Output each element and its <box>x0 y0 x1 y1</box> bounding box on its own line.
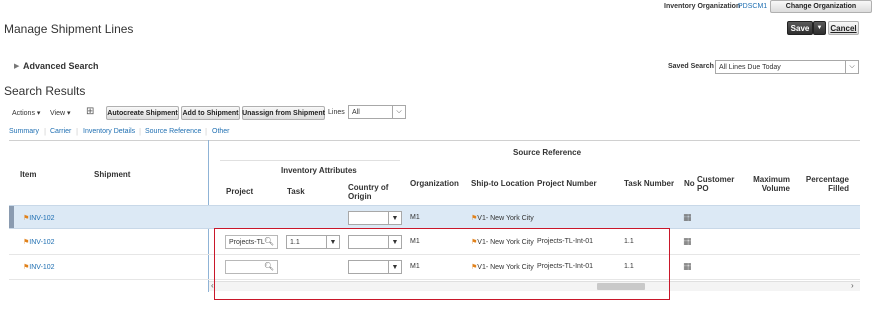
table-top-border <box>9 140 860 141</box>
tab-separator: | <box>205 127 208 136</box>
advanced-search-header[interactable]: Advanced Search <box>23 61 99 71</box>
tab-separator: | <box>44 127 47 136</box>
item-link[interactable]: ⚑INV-102 <box>23 238 55 246</box>
change-organization-button[interactable]: Change Organization <box>770 0 872 13</box>
col-customer-po[interactable]: Customer PO <box>697 175 741 193</box>
highlight-box <box>214 228 670 300</box>
saved-search-label: Saved Search <box>668 63 714 70</box>
expand-triangle-icon[interactable]: ▶ <box>14 62 19 70</box>
save-button[interactable]: Save <box>787 21 813 35</box>
item-link[interactable]: ⚑INV-102 <box>23 263 55 271</box>
chevron-down-icon: ⌵ <box>392 106 405 118</box>
col-project[interactable]: Project <box>226 187 253 196</box>
lines-select[interactable]: All ⌵ <box>348 105 406 119</box>
notes-icon[interactable]: ▦ <box>683 261 692 272</box>
item-link[interactable]: ⚑INV-102 <box>23 214 55 222</box>
source-reference-group-header: Source Reference <box>513 148 582 157</box>
col-task-number[interactable]: Task Number <box>624 179 674 188</box>
autocreate-shipment-button[interactable]: Autocreate Shipment <box>106 106 179 120</box>
tab-summary[interactable]: Summary <box>9 128 39 135</box>
org-value[interactable]: PDSCM1 <box>738 3 767 10</box>
page-title: Manage Shipment Lines <box>4 22 134 36</box>
col-no[interactable]: No <box>684 179 695 188</box>
col-organization[interactable]: Organization <box>410 179 459 188</box>
chevron-down-icon: ▼ <box>388 212 401 224</box>
view-menu[interactable]: View ▾ <box>50 109 71 117</box>
col-project-number[interactable]: Project Number <box>537 179 597 188</box>
cancel-button[interactable]: Cancel <box>828 21 859 35</box>
col-country-of-origin[interactable]: Country of Origin <box>348 183 398 201</box>
notes-icon[interactable]: ▦ <box>683 236 692 247</box>
saved-search-select[interactable]: All Lines Due Today ⌵ <box>715 60 859 74</box>
organization-link[interactable]: M1 <box>410 214 420 221</box>
group-divider <box>220 160 400 161</box>
tab-other[interactable]: Other <box>212 128 230 135</box>
col-shipment[interactable]: Shipment <box>94 170 130 179</box>
row-selector[interactable] <box>9 206 14 228</box>
inventory-attributes-group-header: Inventory Attributes <box>281 166 357 175</box>
freeze-icon[interactable]: ⊞ <box>86 106 94 117</box>
save-menu-chevron-icon[interactable]: ▼ <box>813 21 826 35</box>
tab-carrier[interactable]: Carrier <box>50 128 71 135</box>
search-results-title: Search Results <box>4 84 86 98</box>
lines-label: Lines <box>328 109 345 116</box>
ship-to-location: ⚑V1- New York City <box>471 215 534 222</box>
table-row[interactable]: ⚑INV-102 ▼ M1 ⚑V1- New York City ▦ <box>9 205 860 229</box>
unassign-from-shipment-button[interactable]: Unassign from Shipment <box>242 106 325 120</box>
tab-source-reference[interactable]: Source Reference <box>145 128 201 135</box>
lines-value: All <box>352 108 360 116</box>
tab-separator: | <box>76 127 79 136</box>
col-item[interactable]: Item <box>20 170 36 179</box>
col-task[interactable]: Task <box>287 187 305 196</box>
org-label: Inventory Organization <box>664 3 741 10</box>
col-maximum-volume[interactable]: Maximum Volume <box>750 175 790 193</box>
country-select[interactable]: ▼ <box>348 211 402 225</box>
chevron-down-icon: ⌵ <box>845 61 858 73</box>
actions-menu[interactable]: Actions ▾ <box>12 109 40 117</box>
notes-icon[interactable]: ▦ <box>683 212 692 223</box>
add-to-shipment-button[interactable]: Add to Shipment <box>181 106 240 120</box>
tab-inventory-details[interactable]: Inventory Details <box>83 128 135 135</box>
scroll-right-icon[interactable]: › <box>851 281 854 290</box>
col-ship-to-location[interactable]: Ship-to Location <box>471 179 534 188</box>
col-percentage-filled[interactable]: Percentage Filled <box>800 175 849 193</box>
saved-search-value: All Lines Due Today <box>719 63 781 71</box>
tab-separator: | <box>139 127 142 136</box>
